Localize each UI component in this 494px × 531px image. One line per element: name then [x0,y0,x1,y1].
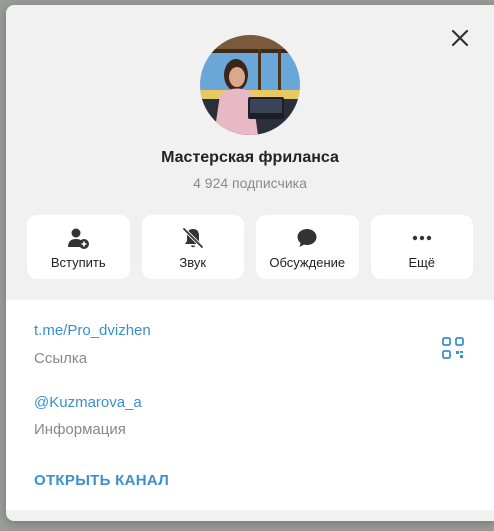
discussion-label: Обсуждение [269,255,346,270]
link-caption: Ссылка [34,350,88,367]
channel-handle[interactable]: @Kuzmarova_a [34,394,142,411]
chat-bubble-icon [294,225,320,251]
sound-button[interactable]: Звук [141,215,244,279]
channel-avatar [200,35,300,135]
more-label: Ещё [408,255,436,270]
join-label: Вступить [50,255,106,270]
close-button[interactable] [448,26,472,50]
more-dots-icon [409,225,435,251]
join-button[interactable]: Вступить [27,215,130,279]
bell-muted-icon [180,225,206,251]
channel-link[interactable]: t.me/Pro_dvizhen [34,322,151,339]
discussion-button[interactable]: Обсуждение [256,215,359,279]
close-icon [451,29,469,47]
channel-info-modal: Мастерская фриланса 4 924 подписчика Вст… [6,5,494,521]
sound-label: Звук [179,255,207,270]
add-user-icon [65,225,91,251]
info-section: t.me/Pro_dvizhen Ссылка @Kuzmarova_a Инф… [6,300,494,510]
more-button[interactable]: Ещё [370,215,473,279]
channel-title: Мастерская фриланса [161,149,339,166]
qr-code-button[interactable] [442,337,464,359]
qr-code-icon [442,337,464,359]
subscriber-count: 4 924 подписчика [193,175,307,191]
action-bar: Вступить Звук Обсуждение Ещё [27,215,473,279]
open-channel-button[interactable]: ОТКРЫТЬ КАНАЛ [34,472,169,489]
handle-caption: Информация [34,421,126,438]
